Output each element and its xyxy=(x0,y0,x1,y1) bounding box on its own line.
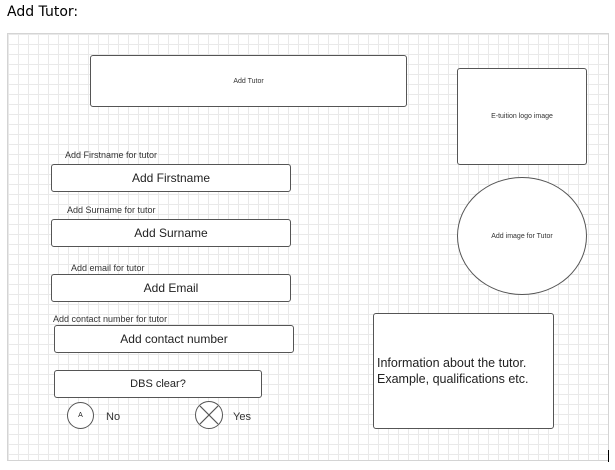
dbs-clear-box: DBS clear? xyxy=(54,370,262,398)
tutor-image-text: Add image for Tutor xyxy=(491,232,553,240)
logo-placeholder: E-tuition logo image xyxy=(457,68,587,165)
dbs-no-symbol: A xyxy=(78,412,83,419)
contact-number-placeholder: Add contact number xyxy=(120,332,228,346)
cross-icon xyxy=(199,405,219,425)
add-tutor-title-box: Add Tutor xyxy=(90,55,407,107)
surname-label: Add Surname for tutor xyxy=(67,205,156,215)
add-tutor-title-text: Add Tutor xyxy=(233,77,264,85)
email-label: Add email for tutor xyxy=(71,263,145,273)
dbs-no-radio[interactable]: A xyxy=(67,402,94,429)
firstname-field[interactable]: Add Firstname xyxy=(51,164,291,192)
dbs-yes-label: Yes xyxy=(233,411,251,423)
contact-number-field[interactable]: Add contact number xyxy=(54,325,294,353)
page-title: Add Tutor: xyxy=(7,4,79,20)
tutor-image-placeholder[interactable]: Add image for Tutor xyxy=(457,177,587,295)
surname-field[interactable]: Add Surname xyxy=(51,219,291,247)
email-placeholder: Add Email xyxy=(143,281,199,295)
wireframe-canvas: Add Tutor E-tuition logo image Add image… xyxy=(7,33,609,461)
surname-placeholder: Add Surname xyxy=(134,226,208,240)
firstname-label: Add Firstname for tutor xyxy=(65,150,158,160)
contact-number-label: Add contact number for tutor xyxy=(53,314,168,324)
dbs-no-label: No xyxy=(106,411,121,423)
dbs-clear-text: DBS clear? xyxy=(130,378,186,390)
tutor-info-line-2: Example, qualifications etc. xyxy=(377,372,529,386)
dbs-yes-radio[interactable] xyxy=(195,401,223,429)
tutor-info-line-1: Information about the tutor. xyxy=(377,356,527,370)
text-cursor xyxy=(608,450,609,462)
email-field[interactable]: Add Email xyxy=(51,274,291,302)
logo-placeholder-text: E-tuition logo image xyxy=(491,113,553,120)
firstname-placeholder: Add Firstname xyxy=(131,171,211,185)
